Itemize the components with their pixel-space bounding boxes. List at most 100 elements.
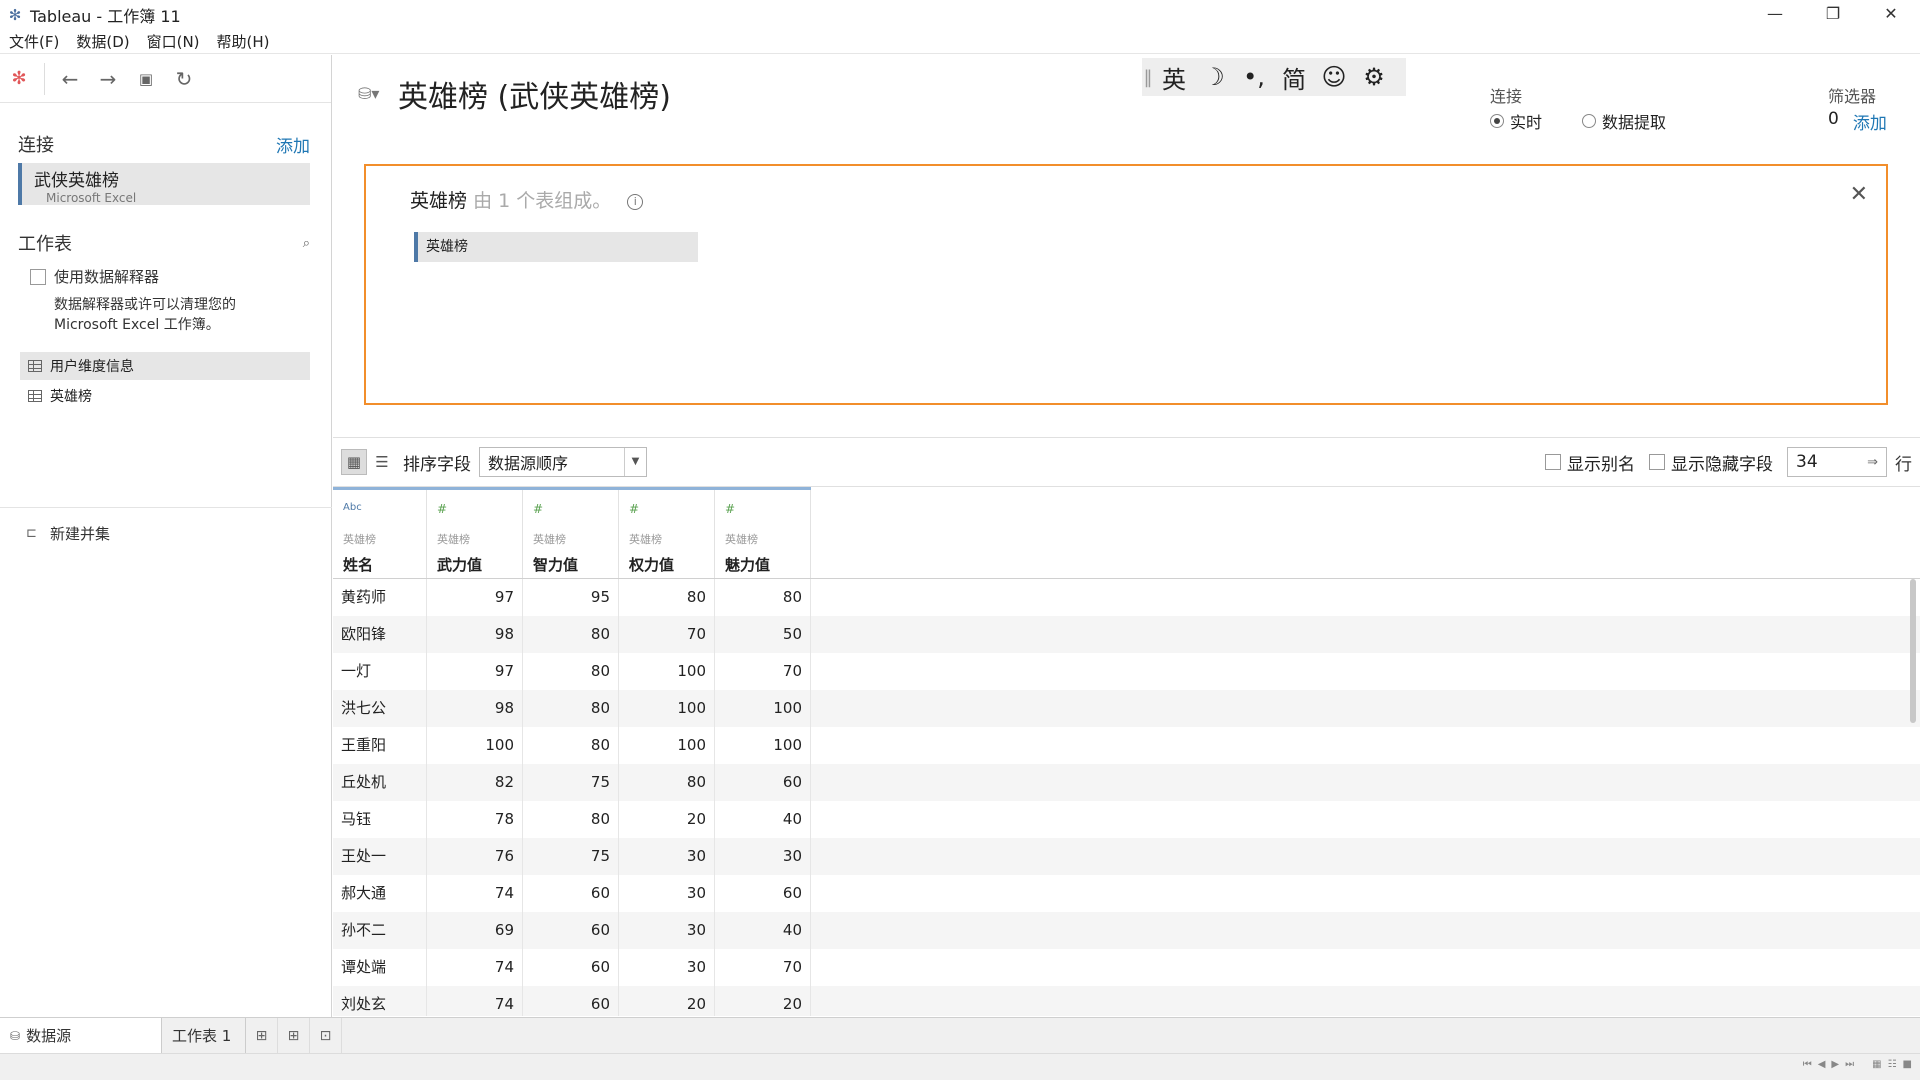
menu-window[interactable]: 窗口(N) [147, 31, 200, 52]
value-cell: 98 [427, 616, 523, 653]
rows-value: 34 [1796, 452, 1818, 472]
show-alias-checkbox[interactable] [1545, 454, 1561, 470]
show-hidden-label: 显示隐藏字段 [1671, 454, 1773, 475]
connection-item[interactable]: 武侠英雄榜 Microsoft Excel [18, 163, 310, 205]
interpreter-checkbox[interactable] [30, 268, 46, 285]
tableau-logo-icon[interactable]: ✻ [0, 60, 38, 98]
tab-sheet-1[interactable]: 工作表 1 [162, 1018, 246, 1053]
live-label[interactable]: 实时 [1510, 109, 1542, 133]
show-hidden-option[interactable]: 显示隐藏字段 [1649, 450, 1773, 475]
close-icon[interactable]: ✕ [1850, 182, 1868, 207]
tab-bar: ⛁ 数据源 工作表 1 ⊞ ⊞ ⊡ [0, 1017, 1920, 1053]
number-type-icon[interactable]: # [437, 502, 447, 516]
vertical-scrollbar[interactable] [1910, 579, 1916, 723]
tab-datasource-label: 数据源 [26, 1027, 72, 1045]
table-row: 郝大通 74 60 30 60 [333, 875, 1920, 912]
prev-page-icon[interactable]: ◀ [1818, 1059, 1826, 1070]
last-page-icon[interactable]: ⏭ [1845, 1059, 1854, 1070]
search-icon[interactable]: ⌕ [303, 236, 310, 251]
save-icon[interactable]: ▣ [127, 60, 165, 98]
name-cell: 洪七公 [333, 690, 427, 727]
new-dashboard-icon[interactable]: ⊞ [278, 1018, 310, 1053]
datasource-icon[interactable]: ⛁▾ [358, 84, 379, 103]
table-row: 谭处端 74 60 30 70 [333, 949, 1920, 986]
value-cell: 80 [523, 616, 619, 653]
name-cell: 黄药师 [333, 579, 427, 616]
next-page-icon[interactable]: ▶ [1831, 1059, 1839, 1070]
interpreter-desc-line-1: 数据解释器或许可以清理您的 [54, 297, 236, 313]
restore-button[interactable]: ❐ [1804, 0, 1862, 30]
new-story-icon[interactable]: ⊡ [310, 1018, 342, 1053]
add-filter-link[interactable]: 添加 [1853, 109, 1887, 134]
datasource-title[interactable]: 英雄榜 (武侠英雄榜) [398, 72, 671, 116]
minimize-button[interactable]: — [1746, 0, 1804, 30]
value-cell: 100 [619, 690, 715, 727]
number-type-icon[interactable]: # [629, 502, 639, 516]
live-radio[interactable] [1490, 114, 1504, 128]
punctuation-icon[interactable]: •, [1234, 63, 1274, 91]
table-row: 黄药师 97 95 80 80 [333, 579, 1920, 616]
show-hidden-checkbox[interactable] [1649, 454, 1665, 470]
menu-data[interactable]: 数据(D) [76, 31, 129, 52]
union-icon: ⊏ [26, 526, 37, 541]
sort-value: 数据源顺序 [488, 454, 569, 473]
value-cell: 70 [715, 949, 811, 986]
new-worksheet-icon[interactable]: ⊞ [246, 1018, 278, 1053]
list-view-icon[interactable]: ☰ [369, 449, 395, 475]
column-source: 英雄榜 [437, 533, 470, 546]
value-cell: 30 [619, 912, 715, 949]
refresh-icon[interactable]: ↻ [165, 60, 203, 98]
grid-view-icon[interactable]: ▦ [341, 449, 367, 475]
back-icon[interactable]: ← [51, 60, 89, 98]
simplified-icon[interactable]: 简 [1274, 60, 1314, 95]
menu-file[interactable]: 文件(F) [9, 31, 59, 52]
table-row: 刘处玄 74 60 20 20 [333, 986, 1920, 1016]
join-canvas[interactable]: 英雄榜 由 1 个表组成。 i ✕ 英雄榜 [364, 164, 1888, 405]
sheet-item-hero-list[interactable]: 英雄榜 [20, 382, 310, 410]
menu-help[interactable]: 帮助(H) [217, 31, 270, 52]
arrow-right-icon[interactable]: ⇒ [1867, 455, 1878, 470]
table-row: 孙不二 69 60 30 40 [333, 912, 1920, 949]
string-type-icon[interactable]: Abc [343, 502, 362, 513]
chevron-down-icon[interactable]: ▼ [624, 448, 646, 476]
tab-datasource[interactable]: ⛁ 数据源 [0, 1018, 162, 1053]
value-cell: 80 [619, 764, 715, 801]
filmstrip-view-icon[interactable]: ■ [1903, 1059, 1912, 1070]
number-type-icon[interactable]: # [725, 502, 735, 516]
moon-icon[interactable]: ☽ [1194, 63, 1234, 91]
ime-toolbar: ‖ 英 ☽ •, 简 ☺ ⚙ [1142, 58, 1406, 96]
add-connection-link[interactable]: 添加 [276, 132, 310, 157]
column-header[interactable]: # 英雄榜 权力值 [619, 490, 715, 579]
table-chip[interactable]: 英雄榜 [414, 232, 698, 262]
sort-select[interactable]: 数据源顺序 ▼ [479, 447, 647, 477]
join-heading: 英雄榜 由 1 个表组成。 i [410, 186, 644, 213]
forward-icon[interactable]: → [89, 60, 127, 98]
grid-view-status-icon[interactable]: ▦ [1872, 1059, 1881, 1070]
show-alias-option[interactable]: 显示别名 [1545, 450, 1635, 475]
data-interpreter-option[interactable]: 使用数据解释器 [30, 266, 159, 287]
first-page-icon[interactable]: ⏮ [1803, 1059, 1812, 1070]
filters-count: 0 [1828, 109, 1839, 129]
column-header[interactable]: # 英雄榜 魅力值 [715, 490, 811, 579]
extract-label[interactable]: 数据提取 [1602, 109, 1666, 133]
list-view-status-icon[interactable]: ☷ [1888, 1059, 1897, 1070]
grip-icon[interactable]: ‖ [1142, 67, 1154, 88]
column-headers: Abc 英雄榜 姓名 # 英雄榜 武力值 # 英雄榜 智力值 # 英雄榜 权力值… [333, 487, 811, 579]
ime-language-icon[interactable]: 英 [1154, 60, 1194, 95]
emoji-icon[interactable]: ☺ [1314, 63, 1354, 91]
column-header[interactable]: # 英雄榜 智力值 [523, 490, 619, 579]
info-icon[interactable]: i [627, 193, 644, 210]
number-type-icon[interactable]: # [533, 502, 543, 516]
filters-section: 筛选器 0 添加 [1828, 83, 1887, 134]
sheet-item-user-dimension[interactable]: 用户维度信息 [20, 352, 310, 380]
column-header[interactable]: # 英雄榜 武力值 [427, 490, 523, 579]
join-table-name: 英雄榜 [410, 190, 468, 212]
new-union-button[interactable]: ⊏ 新建并集 [26, 523, 110, 544]
settings-gear-icon[interactable]: ⚙ [1354, 63, 1394, 91]
close-window-button[interactable]: ✕ [1862, 0, 1920, 30]
name-cell: 丘处机 [333, 764, 427, 801]
connection-type: Microsoft Excel [46, 191, 137, 205]
rows-input[interactable]: 34 ⇒ [1787, 447, 1887, 477]
extract-radio[interactable] [1582, 114, 1597, 128]
column-header[interactable]: Abc 英雄榜 姓名 [333, 490, 427, 579]
